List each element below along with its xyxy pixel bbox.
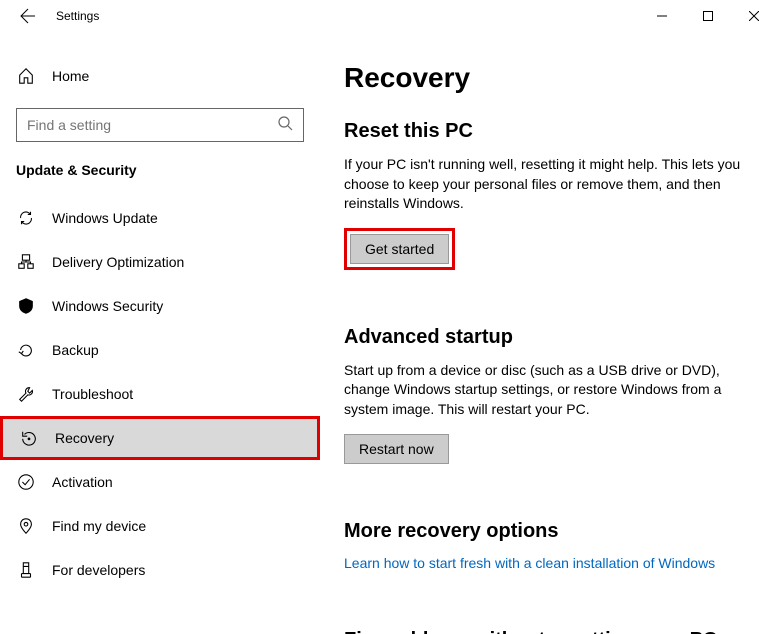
sidebar-item-delivery-optimization[interactable]: Delivery Optimization <box>0 240 320 284</box>
sidebar-item-windows-update[interactable]: Windows Update <box>0 196 320 240</box>
fix-problems-heading: Fix problems without resetting your PC <box>344 629 753 634</box>
sidebar-item-find-my-device[interactable]: Find my device <box>0 504 320 548</box>
reset-heading: Reset this PC <box>344 120 753 143</box>
maximize-button[interactable] <box>685 0 731 32</box>
sidebar: Home Update & Security Windows Update De… <box>0 32 320 634</box>
sidebar-item-label: Windows Update <box>52 210 158 226</box>
sidebar-item-activation[interactable]: Activation <box>0 460 320 504</box>
category-header: Update & Security <box>0 162 320 196</box>
restart-now-button[interactable]: Restart now <box>344 434 449 464</box>
check-icon <box>16 473 36 491</box>
highlight-frame: Get started <box>344 228 455 270</box>
delivery-icon <box>16 253 36 271</box>
backup-icon <box>16 341 36 359</box>
sidebar-item-label: Troubleshoot <box>52 386 133 402</box>
content-area: Recovery Reset this PC If your PC isn't … <box>320 32 777 634</box>
sidebar-item-label: Backup <box>52 342 99 358</box>
sidebar-item-windows-security[interactable]: Windows Security <box>0 284 320 328</box>
sidebar-item-label: Delivery Optimization <box>52 254 184 270</box>
sidebar-item-for-developers[interactable]: For developers <box>0 548 320 592</box>
sync-icon <box>16 209 36 227</box>
window-title: Settings <box>56 9 99 23</box>
home-icon <box>16 67 36 85</box>
search-input-container[interactable] <box>16 108 304 142</box>
titlebar: Settings <box>0 0 777 32</box>
sidebar-item-label: Recovery <box>55 430 114 446</box>
sidebar-item-label: Activation <box>52 474 113 490</box>
reset-description: If your PC isn't running well, resetting… <box>344 155 753 214</box>
sidebar-item-label: Find my device <box>52 518 146 534</box>
wrench-icon <box>16 385 36 403</box>
home-nav[interactable]: Home <box>0 56 320 96</box>
sidebar-item-recovery[interactable]: Recovery <box>0 416 320 460</box>
sidebar-item-label: For developers <box>52 562 145 578</box>
search-input[interactable] <box>27 117 277 133</box>
sidebar-item-label: Windows Security <box>52 298 163 314</box>
search-icon <box>277 115 293 136</box>
developers-icon <box>16 561 36 579</box>
sidebar-item-backup[interactable]: Backup <box>0 328 320 372</box>
home-label: Home <box>52 68 89 84</box>
minimize-button[interactable] <box>639 0 685 32</box>
close-button[interactable] <box>731 0 777 32</box>
get-started-button[interactable]: Get started <box>350 234 449 264</box>
advanced-description: Start up from a device or disc (such as … <box>344 361 753 420</box>
clean-install-link[interactable]: Learn how to start fresh with a clean in… <box>344 555 715 571</box>
sidebar-item-troubleshoot[interactable]: Troubleshoot <box>0 372 320 416</box>
shield-icon <box>16 297 36 315</box>
window-controls <box>639 0 777 32</box>
back-arrow-icon <box>20 8 36 24</box>
location-icon <box>16 517 36 535</box>
back-button[interactable] <box>8 0 48 32</box>
recovery-icon <box>19 429 39 447</box>
page-title: Recovery <box>344 62 753 94</box>
more-options-heading: More recovery options <box>344 520 753 543</box>
advanced-heading: Advanced startup <box>344 326 753 349</box>
